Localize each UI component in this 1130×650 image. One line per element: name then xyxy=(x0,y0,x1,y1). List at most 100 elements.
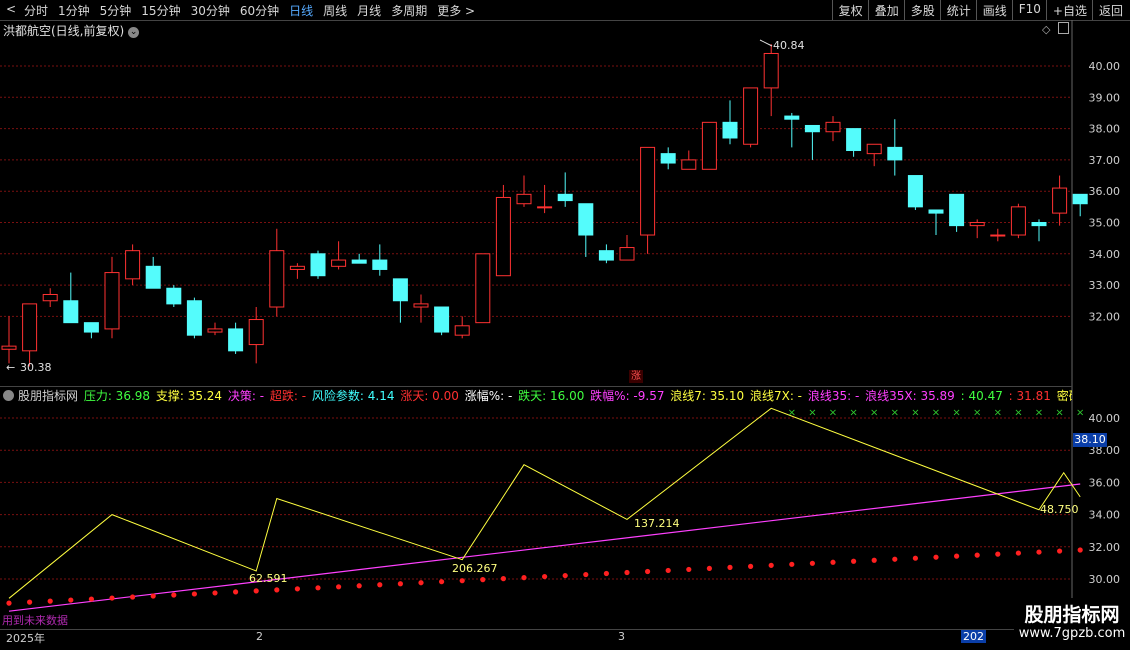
candle-body xyxy=(701,121,717,170)
red-dot xyxy=(748,563,754,569)
wave-value-label: 206.267 xyxy=(452,562,498,575)
candle-body xyxy=(784,115,800,120)
future-data-note: 用到未来数据 xyxy=(2,614,68,627)
x-mark: × xyxy=(788,408,796,419)
red-dot xyxy=(68,597,74,603)
red-dot xyxy=(439,579,445,585)
wave-value-label: 137.214 xyxy=(634,517,680,530)
red-dot xyxy=(542,573,548,580)
candle-body xyxy=(22,303,38,352)
red-dot xyxy=(459,578,465,584)
candle-body xyxy=(887,146,903,161)
candle-body xyxy=(351,259,367,264)
red-dot xyxy=(88,596,94,602)
indicator-item-15: : 31.81 xyxy=(1008,389,1055,403)
x-mark: × xyxy=(808,408,816,419)
x-mark: × xyxy=(1055,408,1063,419)
red-dot xyxy=(294,586,300,592)
indicator-item-8: 跌天: 16.00 xyxy=(518,389,589,403)
red-dot xyxy=(686,566,692,573)
candle-body xyxy=(763,52,779,89)
red-dot xyxy=(171,592,177,598)
red-dot xyxy=(954,553,960,559)
candle-body xyxy=(516,193,532,205)
red-dot xyxy=(336,584,342,590)
red-dot xyxy=(995,551,1001,557)
candle-body xyxy=(722,121,738,139)
red-dot xyxy=(706,565,713,572)
red-dot xyxy=(583,571,589,578)
date-label-feb: 2 xyxy=(256,630,263,643)
candle-body xyxy=(1072,193,1088,205)
candle-body xyxy=(434,306,450,333)
red-dot xyxy=(809,560,816,566)
red-dot xyxy=(789,561,795,567)
red-dot xyxy=(274,587,280,593)
date-label-year: 2025年 xyxy=(6,632,45,645)
candle-body xyxy=(392,278,408,302)
y-tick-label: 35.00 xyxy=(1089,217,1121,230)
candle-body xyxy=(743,87,759,145)
candle-body xyxy=(310,253,326,277)
candle-body xyxy=(475,253,491,324)
indicator-item-11: 浪线7X: - xyxy=(749,389,806,403)
candle-body xyxy=(846,128,862,152)
candle-body xyxy=(928,209,944,214)
x-mark: × xyxy=(829,408,837,419)
candle-body xyxy=(125,250,141,280)
indicator-item-4: 超跌: - xyxy=(269,389,310,403)
indicator-header: 股朋指标网 压力: 36.98 支撑: 35.24 决策: - 超跌: - 风险… xyxy=(0,386,1072,403)
watermark-url: www.7gpzb.com xyxy=(1018,626,1126,641)
indicator-item-10: 浪线7: 35.10 xyxy=(670,389,748,403)
y-tick-label: 36.00 xyxy=(1089,185,1121,198)
candle-body xyxy=(1052,187,1068,214)
x-mark: × xyxy=(973,408,981,419)
x-mark: × xyxy=(994,408,1002,419)
candle-body xyxy=(372,259,388,270)
x-mark: × xyxy=(891,408,899,419)
indicator-item-2: 支撑: 35.24 xyxy=(155,389,226,403)
red-dot xyxy=(727,564,733,570)
x-mark: × xyxy=(1076,408,1084,419)
red-dot xyxy=(377,582,383,588)
red-dot xyxy=(521,575,527,581)
red-dot xyxy=(1015,550,1022,556)
candle-body xyxy=(269,250,285,308)
red-dot xyxy=(1077,547,1083,553)
y-tick-label: 37.00 xyxy=(1089,154,1121,167)
y-tick-label: 39.00 xyxy=(1089,91,1121,104)
x-mark: × xyxy=(870,408,878,419)
candle-body xyxy=(145,265,161,289)
candle-body xyxy=(42,293,58,302)
candle-body xyxy=(990,234,1006,237)
indicator-item-0: 股朋指标网 xyxy=(18,389,82,403)
candle-body xyxy=(619,247,635,261)
red-dot xyxy=(480,577,486,583)
candlestick-chart: 40.00 39.00 38.00 37.00 36.00 35.00 34.00 33.00… xyxy=(0,20,1121,650)
wave-value-label: 62.591 xyxy=(249,572,288,585)
x-mark: × xyxy=(1014,408,1022,419)
red-dot xyxy=(974,552,980,558)
candle-body xyxy=(1010,206,1026,236)
red-dot xyxy=(315,585,321,591)
candle-body xyxy=(228,328,244,352)
indicator-y-tick: 30.00 xyxy=(1089,573,1121,586)
candle-body xyxy=(63,300,79,324)
candle-body xyxy=(598,250,614,261)
red-dot xyxy=(500,576,506,582)
watermark-title: 股朋指标网 xyxy=(1024,604,1120,626)
candle-body xyxy=(166,287,182,305)
red-dot xyxy=(645,568,651,575)
indicator-item-7: 涨幅%: - xyxy=(464,389,517,403)
red-dot xyxy=(6,600,12,606)
x-mark: × xyxy=(1035,408,1043,419)
red-dot xyxy=(212,590,218,596)
indicator-item-3: 决策: - xyxy=(227,389,268,403)
date-label-mar: 3 xyxy=(618,630,625,643)
candle-body xyxy=(454,325,470,336)
x-mark: × xyxy=(932,408,940,419)
indicator-menu-icon[interactable] xyxy=(3,390,14,401)
y-tick-label: 32.00 xyxy=(1089,310,1121,323)
y-tick-label: 33.00 xyxy=(1089,279,1121,292)
candle-body xyxy=(804,124,820,133)
